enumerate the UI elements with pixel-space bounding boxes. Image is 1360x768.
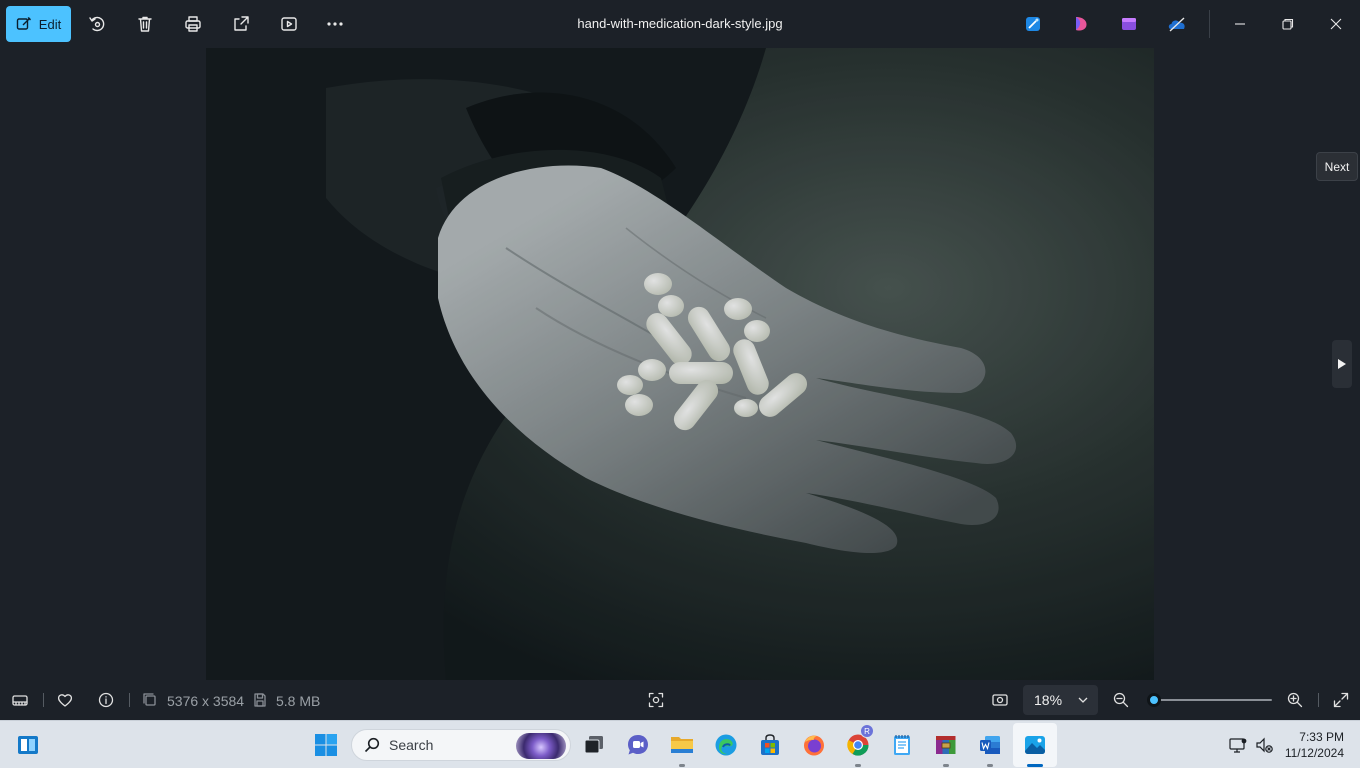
widgets-icon[interactable]: [12, 729, 44, 761]
start-icon[interactable]: [310, 729, 342, 761]
zoom-slider-thumb[interactable]: [1147, 693, 1161, 707]
file-explorer-icon[interactable]: [666, 729, 698, 767]
photo-viewer-image[interactable]: [206, 48, 1154, 680]
zoom-value: 18%: [1034, 692, 1063, 708]
delete-icon[interactable]: [133, 12, 157, 36]
minimize-icon: [1235, 23, 1245, 25]
clipchamp-spark-icon[interactable]: [1069, 12, 1093, 36]
search-highlight-image: [516, 733, 566, 759]
toolbar-divider: [1209, 10, 1210, 38]
chevron-down-icon: [1078, 697, 1088, 703]
resolution-icon: [140, 690, 160, 710]
print-icon[interactable]: [181, 12, 205, 36]
edge-icon[interactable]: [710, 729, 742, 761]
taskbar-search[interactable]: Search: [351, 729, 571, 761]
visual-search-icon[interactable]: [646, 690, 666, 710]
fullscreen-icon[interactable]: [1331, 690, 1351, 710]
teams-chat-icon[interactable]: [622, 729, 654, 761]
running-indicator: [943, 764, 949, 767]
edit-icon: [16, 17, 31, 30]
image-dimensions: 5376 x 3584: [167, 693, 245, 709]
top-toolbar: Edit hand-with-medication-dark-style.jpg: [0, 0, 1360, 48]
system-clock[interactable]: 7:33 PM 11/12/2024: [1284, 729, 1344, 761]
microsoft-store-icon[interactable]: [754, 729, 786, 761]
file-title: hand-with-medication-dark-style.jpg: [577, 16, 783, 31]
clipchamp-icon[interactable]: [1117, 12, 1141, 36]
slideshow-icon[interactable]: [277, 12, 301, 36]
close-icon: [1330, 18, 1342, 30]
rotate-icon[interactable]: [85, 12, 109, 36]
file-size-icon: [250, 690, 270, 710]
clock-time: 7:33 PM: [1299, 730, 1344, 744]
zoom-out-icon[interactable]: [1111, 690, 1131, 710]
play-right-icon: [1338, 359, 1346, 369]
onedrive-icon[interactable]: [1165, 12, 1189, 36]
file-size: 5.8 MB: [276, 693, 321, 709]
share-icon[interactable]: [229, 12, 253, 36]
chrome-icon[interactable]: R: [842, 724, 874, 767]
profile-badge: R: [860, 724, 874, 738]
running-indicator: [987, 764, 993, 767]
running-indicator: [679, 764, 685, 767]
photos-icon[interactable]: [1019, 729, 1051, 761]
fit-to-window-icon[interactable]: [990, 690, 1010, 710]
restore-button[interactable]: [1264, 0, 1312, 48]
filmstrip-icon[interactable]: [10, 690, 30, 710]
restore-icon: [1282, 18, 1294, 30]
info-icon[interactable]: [96, 690, 116, 710]
zoom-dropdown[interactable]: 18%: [1023, 685, 1098, 715]
volume-muted-icon[interactable]: [1248, 729, 1280, 761]
word-icon[interactable]: [974, 729, 1006, 767]
notepad-icon[interactable]: [886, 729, 918, 761]
divider: [129, 693, 130, 707]
next-image-button[interactable]: [1332, 340, 1352, 388]
task-view-icon[interactable]: [578, 729, 610, 761]
winrar-icon[interactable]: [930, 729, 962, 767]
zoom-in-icon[interactable]: [1285, 690, 1305, 710]
zoom-slider-track[interactable]: [1154, 699, 1272, 701]
next-tooltip: Next: [1316, 152, 1358, 181]
close-button[interactable]: [1312, 0, 1360, 48]
chrome-badge-label: R: [864, 727, 870, 736]
search-icon: [364, 737, 380, 753]
clock-date: 11/12/2024: [1284, 746, 1344, 760]
edit-label: Edit: [38, 16, 62, 32]
taskbar: Search R 7:33 PM 11/12/2024: [0, 720, 1360, 768]
designer-icon[interactable]: [1021, 12, 1045, 36]
running-indicator: [855, 764, 861, 767]
edit-button[interactable]: Edit: [6, 6, 71, 42]
active-indicator: [1027, 764, 1043, 767]
divider: [43, 693, 44, 707]
divider: [1318, 693, 1319, 707]
firefox-icon[interactable]: [798, 729, 830, 761]
minimize-button[interactable]: [1216, 0, 1264, 48]
search-placeholder: Search: [389, 737, 434, 753]
more-options-icon[interactable]: [323, 12, 347, 36]
favorite-icon[interactable]: [55, 690, 75, 710]
